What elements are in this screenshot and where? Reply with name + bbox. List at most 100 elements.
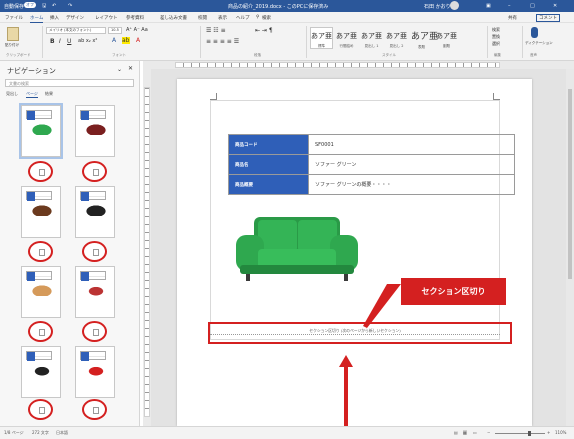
zoom-slider-thumb[interactable]: [528, 431, 531, 436]
minimize-icon[interactable]: –: [508, 3, 511, 9]
word-count[interactable]: 272 文字: [32, 430, 49, 436]
page-thumbnail-7[interactable]: [21, 346, 61, 398]
tab-insert[interactable]: 挿入: [50, 15, 59, 21]
user-name[interactable]: 石田 かおり: [424, 3, 451, 10]
replace-button[interactable]: 置換: [492, 34, 500, 40]
tab-review[interactable]: 校閲: [198, 15, 207, 21]
style-heading-2[interactable]: あア亜 見出し 2: [385, 27, 408, 49]
page-thumbnail-4[interactable]: [75, 186, 115, 238]
value-product-summary[interactable]: ソファー グリーンの概要・・・・: [308, 174, 515, 195]
web-layout-icon[interactable]: ▭: [473, 430, 477, 435]
paste-label[interactable]: 貼り付け: [5, 43, 19, 48]
tab-design[interactable]: デザイン: [66, 15, 84, 21]
avatar[interactable]: [450, 1, 459, 10]
page-thumbnail-6[interactable]: [75, 266, 115, 318]
bold-icon[interactable]: B: [50, 38, 55, 45]
zoom-level[interactable]: 110%: [555, 430, 566, 435]
group-paragraph: 段落: [254, 53, 261, 57]
text-effects-icon[interactable]: A: [112, 37, 116, 44]
tab-references[interactable]: 参考資料: [126, 15, 144, 21]
language[interactable]: 日本語: [56, 430, 68, 436]
autosave-toggle[interactable]: オフ: [24, 2, 36, 8]
menu-bar: ファイル ホーム 挿入 デザイン レイアウト 参考資料 差し込み文書 校閲 表示…: [0, 12, 574, 23]
tab-search[interactable]: 検索: [262, 15, 271, 21]
zoom-in-icon[interactable]: +: [547, 430, 550, 435]
document-page[interactable]: 商品コード SF0001 商品名 ソファー グリーン 商品概要 ソファー グリー…: [177, 79, 532, 427]
tab-help[interactable]: ヘルプ: [236, 15, 250, 21]
save-icon[interactable]: 🖫: [42, 3, 46, 11]
style-heading-1[interactable]: あア亜 見出し 1: [360, 27, 383, 49]
underline-icon[interactable]: U: [67, 38, 71, 45]
tab-file[interactable]: ファイル: [5, 15, 23, 21]
close-icon[interactable]: ✕: [553, 3, 557, 9]
vertical-scrollbar[interactable]: [566, 69, 574, 426]
value-product-name[interactable]: ソファー グリーン: [308, 154, 515, 175]
tab-layout[interactable]: レイアウト: [95, 15, 118, 21]
value-product-code[interactable]: SF0001: [308, 134, 515, 155]
thumbnail-table: [26, 191, 52, 201]
thumbnail-table: [80, 110, 106, 120]
tab-home[interactable]: ホーム: [30, 15, 44, 23]
vertical-ruler[interactable]: [143, 69, 151, 426]
print-layout-icon[interactable]: ▦: [463, 430, 467, 435]
undo-icon[interactable]: ↶: [52, 3, 56, 9]
sofa-green-image: [236, 217, 358, 281]
highlight-icon[interactable]: ab: [122, 37, 130, 44]
ribbon-display-icon[interactable]: ▣: [486, 3, 491, 9]
bullets-icon[interactable]: ☰ ☷ ≡: [206, 27, 226, 34]
chair-black-image: [30, 364, 54, 376]
chair-red-image: [84, 364, 108, 376]
dictate-button[interactable]: ディクテーション: [525, 41, 553, 46]
divider: [42, 26, 43, 58]
nav-tab-headings[interactable]: 見出し: [6, 91, 18, 97]
share-button[interactable]: 共有: [508, 15, 517, 21]
chevron-down-icon[interactable]: ⌄: [117, 66, 122, 73]
microphone-icon[interactable]: [531, 27, 538, 38]
select-button[interactable]: 選択: [492, 41, 500, 47]
grow-font-icon[interactable]: A⁺ A⁻ Aa: [126, 27, 148, 33]
font-name-select[interactable]: メイリオ (本文のフォント): [46, 27, 106, 34]
style-title[interactable]: あア亜 表題: [410, 27, 438, 49]
close-icon[interactable]: ✕: [128, 65, 133, 72]
search-icon[interactable]: ⚲: [256, 15, 259, 20]
redo-icon[interactable]: ↷: [68, 3, 72, 9]
font-color-icon[interactable]: A: [136, 37, 140, 44]
indent-icon[interactable]: ⇤ ⇥ ¶: [255, 27, 273, 34]
nav-tab-results[interactable]: 結果: [45, 91, 53, 97]
font-size-select[interactable]: 10.5: [108, 27, 122, 34]
style-subtitle[interactable]: あア亜 副題: [435, 27, 458, 49]
maximize-icon[interactable]: □: [530, 3, 535, 9]
paste-icon[interactable]: [7, 27, 19, 41]
style-sample: あア亜: [336, 32, 357, 40]
nav-tab-pages[interactable]: ページ: [26, 91, 38, 98]
nav-search-input[interactable]: 文書の検索: [5, 79, 134, 87]
group-voice: 音声: [530, 53, 537, 57]
find-button[interactable]: 検索: [492, 27, 500, 33]
read-mode-icon[interactable]: ▤: [454, 430, 458, 435]
comment-button[interactable]: コメント: [536, 14, 560, 22]
label-product-code: 商品コード: [228, 134, 309, 155]
thumbnail-table: [80, 191, 106, 201]
tab-view[interactable]: 表示: [218, 15, 227, 21]
page-thumbnail-5[interactable]: [21, 266, 61, 318]
align-icon[interactable]: ≡ ≡ ≡ ≡ ☰: [206, 38, 239, 45]
zoom-slider[interactable]: [495, 433, 545, 434]
margin-mark: [493, 93, 500, 100]
group-styles: スタイル: [382, 53, 396, 57]
style-normal[interactable]: あア亜 標準: [310, 27, 333, 49]
scrollbar-thumb[interactable]: [568, 89, 572, 279]
zoom-out-icon[interactable]: −: [487, 430, 490, 435]
page-thumbnail-2[interactable]: [75, 105, 115, 157]
thumbnail-table: [26, 110, 52, 120]
page-thumbnail-1[interactable]: [19, 103, 63, 159]
style-sample: あア亜: [386, 32, 407, 40]
horizontal-ruler[interactable]: [143, 61, 574, 69]
page-count[interactable]: 1/8 ページ: [4, 430, 24, 436]
page-thumbnail-3[interactable]: [21, 186, 61, 238]
italic-icon[interactable]: I: [59, 38, 61, 45]
page-thumbnail-8[interactable]: [75, 346, 115, 398]
divider: [306, 26, 307, 58]
style-no-spacing[interactable]: あア亜 行間詰め: [335, 27, 358, 49]
strikethrough-icon[interactable]: ab x₂ x²: [78, 38, 97, 44]
tab-mailings[interactable]: 差し込み文書: [160, 15, 187, 21]
